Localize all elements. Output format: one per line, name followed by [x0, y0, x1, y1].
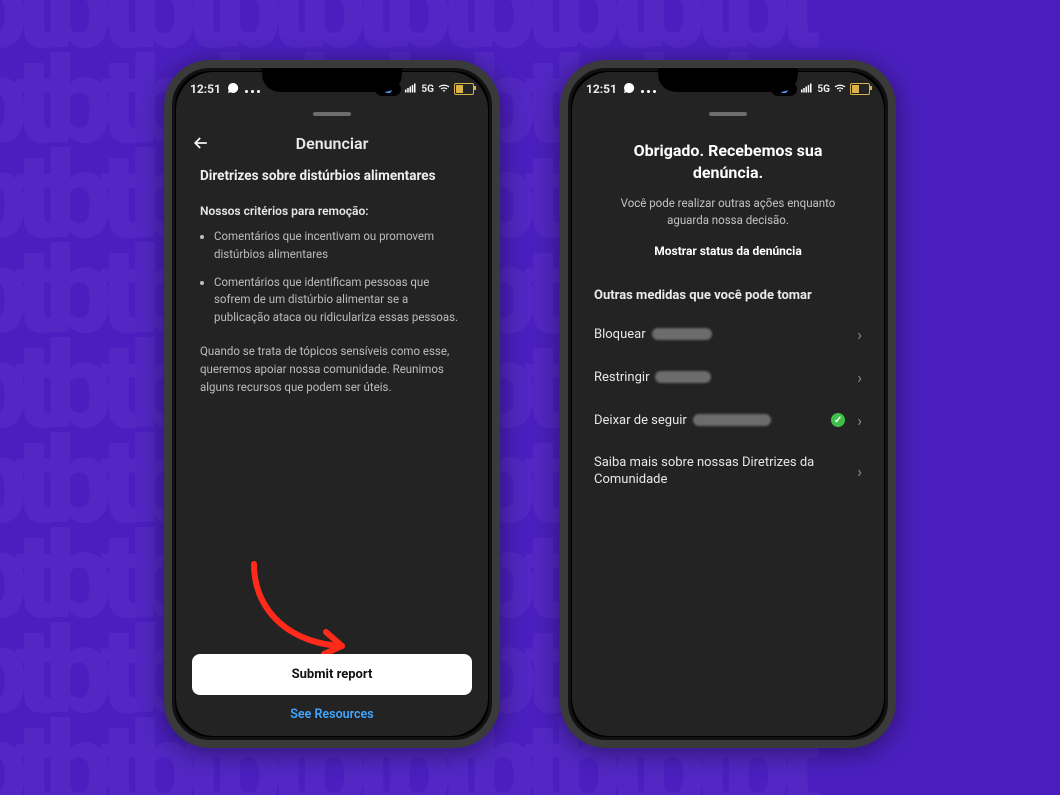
sheet-title: Denunciar — [190, 134, 474, 153]
chevron-right-icon: › — [857, 368, 862, 387]
phone-frame-right: 12:51 5G — [560, 60, 896, 748]
chevron-right-icon: › — [857, 325, 862, 344]
battery-icon — [850, 83, 870, 95]
guidelines-heading: Diretrizes sobre distúrbios alimentares — [200, 168, 464, 184]
annotation-arrow — [234, 554, 364, 664]
status-pill-icon — [375, 82, 401, 96]
action-restrict-label: Restringir — [594, 370, 649, 385]
other-actions-heading: Outras medidas que você pode tomar — [594, 288, 862, 303]
criteria-item: Comentários que incentivam ou promovem d… — [214, 228, 464, 264]
redacted-username — [652, 328, 712, 340]
wifi-icon — [438, 83, 450, 96]
whatsapp-icon — [227, 82, 239, 97]
status-time: 12:51 — [190, 82, 221, 96]
checkmark-icon: ✓ — [831, 413, 845, 427]
criteria-list: Comentários que incentivam ou promovem d… — [200, 228, 464, 327]
criteria-item: Comentários que identificam pessoas que … — [214, 274, 464, 327]
support-paragraph: Quando se trata de tópicos sensíveis com… — [200, 343, 464, 396]
status-bar: 12:51 5G — [572, 72, 884, 106]
submit-report-button[interactable]: Submit report — [192, 654, 472, 695]
phone-frame-left: 12:51 5G — [164, 60, 500, 748]
chevron-right-icon: › — [857, 411, 862, 430]
action-block-label: Bloquear — [594, 327, 646, 342]
network-label: 5G — [421, 84, 434, 95]
more-icon — [641, 82, 656, 96]
action-guidelines-row[interactable]: Saiba mais sobre nossas Diretrizes da Co… — [594, 442, 862, 501]
drag-handle[interactable] — [313, 112, 351, 116]
battery-icon — [454, 83, 474, 95]
canvas: btbtbtbtbtbtbtbtbtbt btbtbtbtbtbtbtbtbtb… — [0, 0, 1060, 795]
action-unfollow-row[interactable]: Deixar de seguir ✓ › — [594, 399, 862, 442]
status-pill-icon — [771, 82, 797, 96]
phone-screen-left: 12:51 5G — [176, 72, 488, 736]
action-block-row[interactable]: Bloquear › — [594, 313, 862, 356]
sheet-header: Denunciar — [176, 126, 488, 168]
action-guidelines-label: Saiba mais sobre nossas Diretrizes da Co… — [594, 454, 851, 489]
thanks-subtitle: Você pode realizar outras ações enquanto… — [606, 195, 850, 230]
chevron-right-icon: › — [857, 462, 862, 481]
signal-icon — [405, 83, 417, 96]
phone-screen-right: 12:51 5G — [572, 72, 884, 736]
action-unfollow-label: Deixar de seguir — [594, 413, 687, 428]
redacted-username — [655, 371, 711, 383]
network-label: 5G — [817, 84, 830, 95]
thanks-title: Obrigado. Recebemos sua denúncia. — [602, 140, 854, 183]
wifi-icon — [834, 83, 846, 96]
whatsapp-icon — [623, 82, 635, 97]
see-resources-link[interactable]: See Resources — [192, 707, 472, 722]
criteria-heading: Nossos critérios para remoção: — [200, 204, 464, 218]
status-bar: 12:51 5G — [176, 72, 488, 106]
redacted-username — [693, 414, 771, 426]
signal-icon — [801, 83, 813, 96]
more-icon — [245, 82, 260, 96]
show-report-status-link[interactable]: Mostrar status da denúncia — [572, 244, 884, 258]
drag-handle[interactable] — [709, 112, 747, 116]
status-time: 12:51 — [586, 82, 617, 96]
action-restrict-row[interactable]: Restringir › — [594, 356, 862, 399]
